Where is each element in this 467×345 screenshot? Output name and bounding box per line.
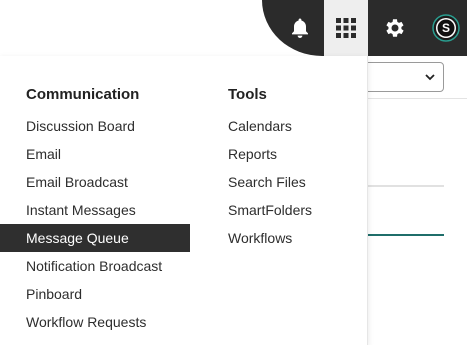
menu-item-calendars[interactable]: Calendars: [228, 112, 292, 140]
tools-heading: Tools: [228, 86, 267, 103]
avatar-letter: S: [441, 21, 450, 35]
menu-item-message-queue[interactable]: Message Queue: [0, 224, 190, 252]
menu-item-workflow-requests[interactable]: Workflow Requests: [26, 308, 146, 336]
accent-divider: [368, 234, 444, 236]
communication-heading: Communication: [26, 86, 140, 103]
notifications-button[interactable]: [280, 0, 320, 56]
chevron-down-icon: [425, 74, 435, 81]
menu-item-smartfolders[interactable]: SmartFolders: [228, 196, 312, 224]
menu-item-discussion-board[interactable]: Discussion Board: [26, 112, 135, 140]
menu-item-instant-messages[interactable]: Instant Messages: [26, 196, 136, 224]
menu-item-search-files[interactable]: Search Files: [228, 168, 306, 196]
menu-item-workflows[interactable]: Workflows: [228, 224, 292, 252]
gear-icon: [386, 19, 404, 37]
menu-item-email-broadcast[interactable]: Email Broadcast: [26, 168, 128, 196]
app-grid-icon: [336, 18, 356, 38]
bell-icon: [292, 18, 308, 38]
user-avatar-button[interactable]: S: [428, 0, 464, 56]
divider: [368, 185, 444, 187]
apps-dropdown-menu: Communication Tools Discussion Board Ema…: [0, 56, 368, 345]
background-select[interactable]: [364, 62, 444, 92]
menu-item-pinboard[interactable]: Pinboard: [26, 280, 82, 308]
apps-menu-button[interactable]: [324, 0, 368, 56]
divider: [368, 98, 467, 99]
menu-item-email[interactable]: Email: [26, 140, 61, 168]
top-bar: S: [0, 0, 467, 56]
menu-item-notification-broadcast[interactable]: Notification Broadcast: [26, 252, 162, 280]
menu-item-reports[interactable]: Reports: [228, 140, 277, 168]
settings-button[interactable]: [374, 0, 414, 56]
